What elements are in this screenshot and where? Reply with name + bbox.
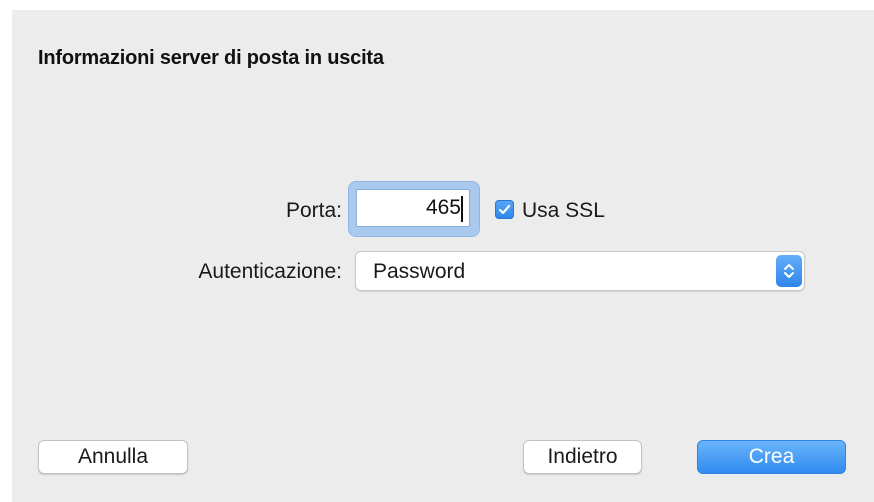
checkmark-icon [498, 204, 511, 215]
create-button[interactable]: Crea [697, 440, 846, 474]
authentication-select-value: Password [373, 260, 466, 283]
use-ssl-checkbox[interactable] [495, 200, 514, 219]
back-button[interactable]: Indietro [523, 440, 642, 474]
up-down-chevron-icon [776, 255, 802, 287]
authentication-select[interactable]: Password [355, 251, 805, 291]
use-ssl-label[interactable]: Usa SSL [522, 199, 605, 223]
port-label: Porta: [285, 199, 342, 222]
dialog-title: Informazioni server di posta in uscita [38, 47, 384, 69]
port-input[interactable] [356, 189, 470, 227]
outgoing-server-dialog: Informazioni server di posta in uscita P… [12, 10, 874, 502]
cancel-button[interactable]: Annulla [38, 440, 188, 474]
authentication-label: Autenticazione: [198, 260, 342, 283]
text-caret [461, 196, 463, 222]
